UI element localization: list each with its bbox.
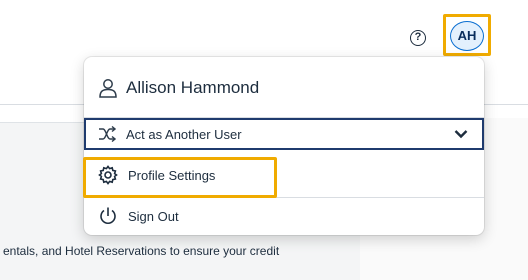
background-paragraph-text: entals, and Hotel Reservations to ensure… (3, 244, 280, 258)
shuffle-icon (99, 126, 116, 142)
power-icon (100, 207, 116, 224)
user-name: Allison Hammond (126, 78, 260, 97)
sign-out-item[interactable]: Sign Out (98, 202, 179, 230)
act-as-label: Act as Another User (126, 126, 242, 142)
help-icon[interactable]: ? (410, 30, 426, 46)
sign-out-label: Sign Out (128, 208, 179, 224)
user-menu-popover: Allison Hammond Act as Another User Prof… (84, 57, 484, 235)
act-as-another-user-dropdown[interactable]: Act as Another User (84, 118, 484, 150)
user-avatar-button[interactable]: AH (450, 21, 484, 51)
user-identity-row: Allison Hammond (98, 73, 259, 103)
person-outline-icon (99, 79, 117, 98)
chevron-down-icon[interactable] (454, 128, 468, 140)
profile-settings-highlight-box (83, 157, 277, 198)
